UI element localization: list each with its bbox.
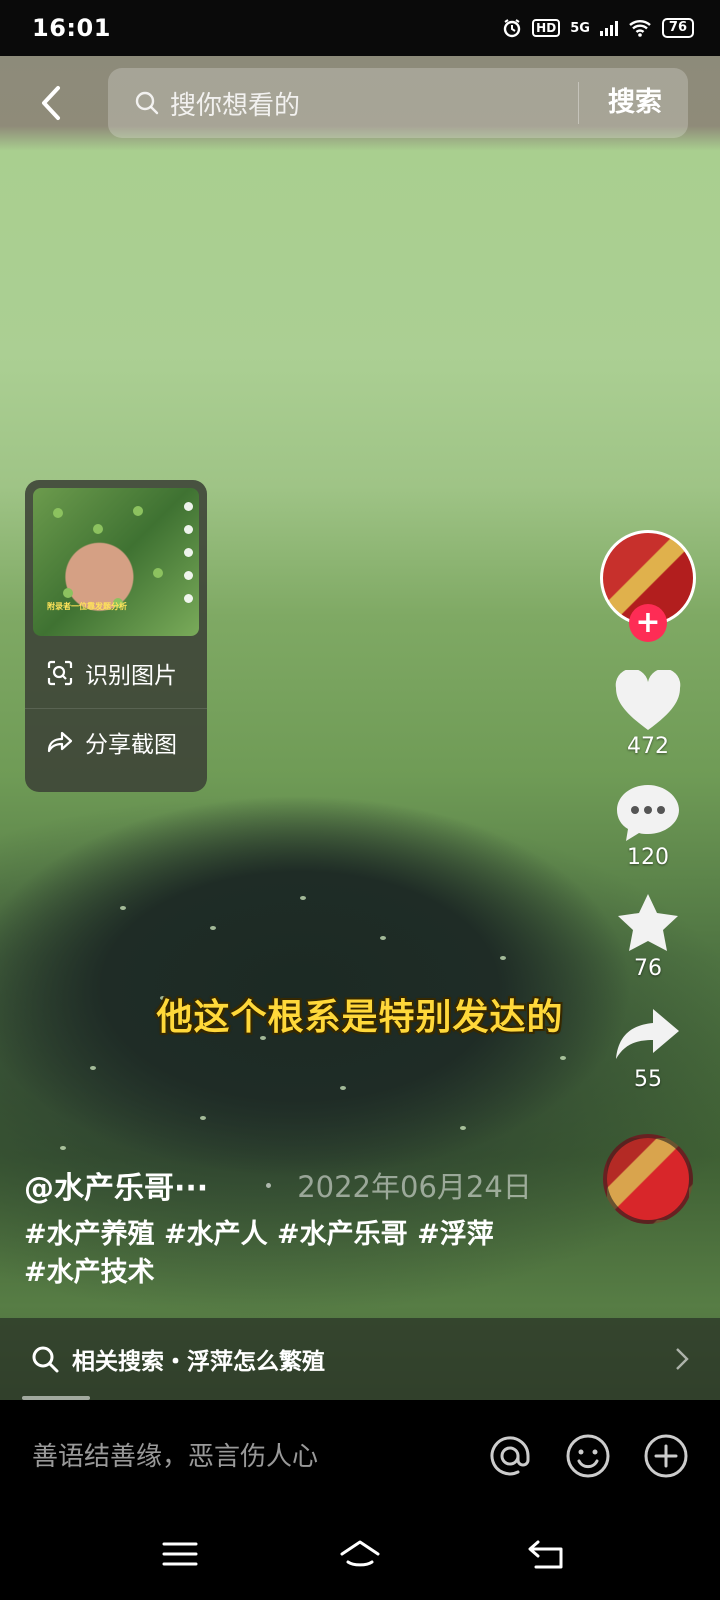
alarm-icon	[503, 19, 521, 38]
search-icon	[135, 91, 159, 115]
scan-icon	[47, 660, 73, 686]
separator-dot	[266, 1182, 272, 1188]
status-time: 16:01	[32, 14, 111, 42]
thumbnail-rail	[184, 502, 193, 603]
comment-bubble-icon	[617, 785, 679, 841]
search-input[interactable]: 搜你想看的	[170, 85, 300, 122]
related-search-bar[interactable]: 相关搜索・浮萍怎么繁殖	[0, 1318, 720, 1400]
comment-bar: 善语结善缘，恶言伤人心	[0, 1400, 720, 1514]
network-type: 5G	[570, 20, 590, 36]
star-icon	[618, 894, 678, 951]
signal-icon	[599, 20, 618, 36]
comment-button[interactable]: 120	[613, 781, 683, 870]
share-count: 55	[634, 1067, 662, 1092]
share-screenshot-label: 分享截图	[85, 731, 177, 758]
share-screenshot-button[interactable]: 分享截图	[25, 708, 207, 774]
author-name[interactable]: @水产乐哥···	[24, 1163, 208, 1207]
search-icon	[32, 1346, 59, 1373]
like-count: 472	[627, 734, 669, 759]
forward-button[interactable]: 55	[613, 1003, 683, 1092]
publish-date: 2022年06月24日	[297, 1170, 532, 1204]
like-button[interactable]: 472	[613, 670, 683, 759]
search-bar[interactable]: 搜你想看的 搜索	[108, 68, 688, 138]
identify-image-label: 识别图片	[85, 663, 177, 689]
plus-circle-icon[interactable]	[642, 1432, 690, 1480]
share-arrow-icon	[47, 731, 73, 752]
back-nav-icon[interactable]	[526, 1534, 570, 1574]
status-bar: 16:01 HD 5G 76	[0, 0, 720, 56]
at-icon[interactable]	[486, 1432, 534, 1480]
screenshot-thumbnail[interactable]: 附录者一位靠发题分析	[33, 488, 199, 636]
music-disc[interactable]	[603, 1134, 693, 1224]
system-nav-bar	[0, 1514, 720, 1600]
emoji-icon[interactable]	[564, 1432, 612, 1480]
forward-arrow-icon	[616, 1009, 679, 1059]
hd-badge: HD	[532, 19, 561, 37]
video-meta: @水产乐哥··· 2022年06月24日	[24, 1162, 584, 1208]
video-progress[interactable]	[22, 1396, 90, 1400]
identify-image-button[interactable]: 识别图片	[25, 640, 207, 706]
follow-button[interactable]: +	[629, 604, 667, 642]
status-icons: HD 5G 76	[502, 18, 694, 38]
wifi-icon	[629, 20, 651, 37]
heart-icon	[615, 670, 681, 730]
search-button[interactable]: 搜索	[608, 68, 662, 138]
home-icon[interactable]	[338, 1534, 382, 1574]
favorite-count: 76	[634, 956, 662, 981]
screenshot-popup: 附录者一位靠发题分析 识别图片 分享截图	[25, 480, 207, 792]
action-rail: + 472 120 76 55	[596, 530, 700, 1224]
hashtags[interactable]: #水产养殖 #水产人 #水产乐哥 #浮萍 #水产技术	[24, 1216, 524, 1292]
comment-input[interactable]: 善语结善缘，恶言伤人心	[32, 1436, 318, 1473]
search-divider	[578, 82, 579, 124]
comment-count: 120	[627, 845, 669, 870]
top-bar: 搜你想看的 搜索	[0, 66, 720, 140]
menu-icon[interactable]	[158, 1534, 202, 1574]
chevron-right-icon	[676, 1348, 689, 1370]
related-search-label: 相关搜索・浮萍怎么繁殖	[72, 1349, 325, 1375]
favorite-button[interactable]: 76	[613, 892, 683, 981]
thumbnail-caption: 附录者一位靠发题分析	[47, 602, 127, 611]
battery-indicator: 76	[661, 18, 694, 38]
back-arrow-icon[interactable]	[34, 84, 68, 122]
